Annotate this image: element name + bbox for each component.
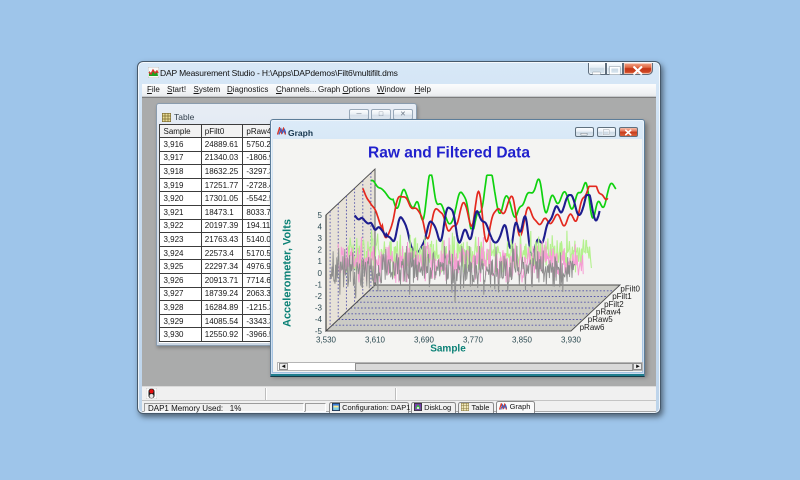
svg-text:3,850: 3,850: [512, 336, 533, 345]
svg-text:2: 2: [318, 246, 323, 255]
svg-text:pRaw6: pRaw6: [580, 323, 605, 332]
svg-text:-3: -3: [315, 304, 323, 313]
svg-text:4: 4: [318, 222, 323, 231]
svg-text:-1: -1: [315, 280, 323, 289]
svg-text:3,770: 3,770: [463, 336, 484, 345]
svg-text:Sample: Sample: [430, 344, 466, 355]
svg-text:0: 0: [318, 269, 323, 278]
svg-text:3,690: 3,690: [414, 336, 435, 345]
svg-text:-2: -2: [315, 292, 323, 301]
svg-text:-5: -5: [315, 327, 323, 336]
svg-text:3,610: 3,610: [365, 336, 386, 345]
svg-text:3: 3: [318, 234, 323, 243]
svg-text:3,930: 3,930: [561, 336, 582, 345]
svg-text:-4: -4: [315, 315, 323, 324]
svg-text:5: 5: [318, 211, 323, 220]
svg-text:Raw and Filtered Data: Raw and Filtered Data: [368, 145, 530, 162]
svg-text:1: 1: [318, 257, 323, 266]
svg-text:Accelerometer, Volts: Accelerometer, Volts: [281, 219, 293, 327]
svg-text:3,530: 3,530: [316, 336, 337, 345]
